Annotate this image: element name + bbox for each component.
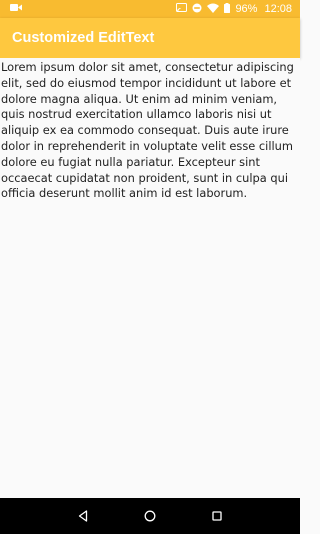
app-bar: Customized EditText — [0, 18, 300, 58]
home-icon[interactable] — [138, 504, 162, 528]
status-right: 96% 12:08 — [176, 2, 292, 16]
status-left — [10, 3, 22, 15]
video-camera-icon — [10, 3, 22, 15]
back-icon[interactable] — [71, 504, 95, 528]
navigation-bar — [0, 498, 300, 534]
do-not-disturb-icon — [192, 3, 202, 16]
clock: 12:08 — [264, 3, 292, 15]
content-area: Lorem ipsum dolor sit amet, consectetur … — [0, 58, 300, 498]
wifi-icon — [207, 3, 220, 16]
battery-icon — [224, 2, 231, 16]
recents-icon[interactable] — [205, 504, 229, 528]
battery-percent: 96% — [235, 3, 258, 15]
cast-icon — [176, 2, 188, 16]
app-title: Customized EditText — [12, 30, 155, 46]
status-bar: 96% 12:08 — [0, 0, 300, 18]
customized-edit-text[interactable]: Lorem ipsum dolor sit amet, consectetur … — [0, 58, 300, 498]
